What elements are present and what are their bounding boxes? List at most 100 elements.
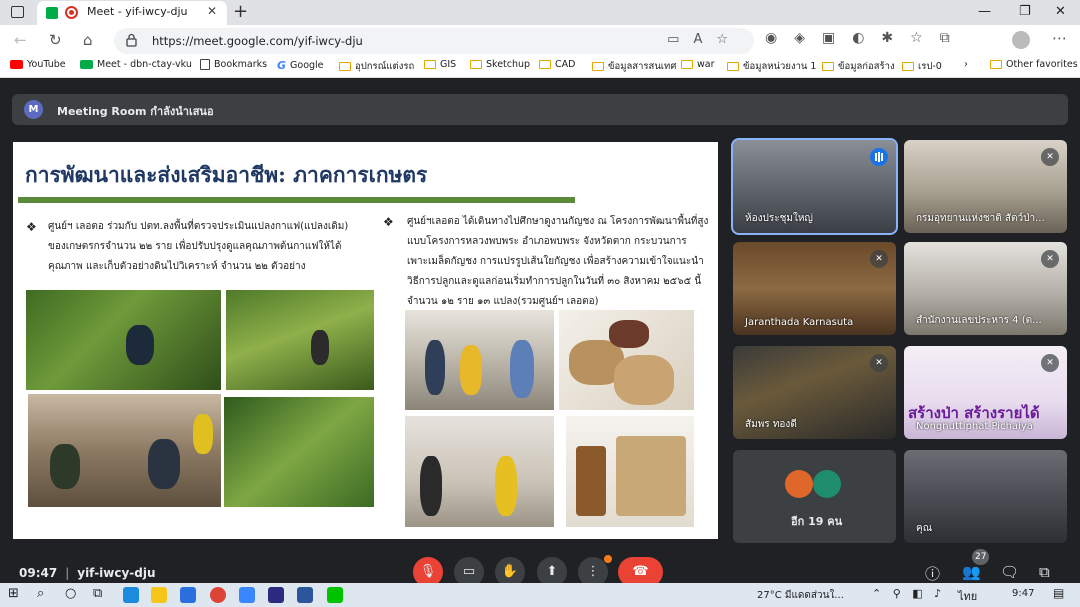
close-tab-icon[interactable]: ✕ [207, 4, 217, 18]
mic-off-icon: ✕ [870, 354, 888, 372]
bullet-diamond-icon: ❖ [26, 220, 37, 234]
address-bar-actions[interactable]: ▭A☆ [667, 32, 742, 47]
bookmark-label: ข้อมูลสารสนเทศ [608, 61, 677, 72]
minimize-button[interactable]: — [978, 4, 991, 19]
bookmark-folder[interactable]: Sketchup [470, 59, 530, 70]
slide-photo-meeting-house [28, 394, 221, 507]
extension-icons[interactable]: ◉◈▣◐✱☆⧉ [765, 30, 967, 46]
bookmark-label: YouTube [27, 59, 66, 70]
chat-icon[interactable]: 🗨 [1000, 563, 1019, 581]
activities-icon[interactable]: ⧉ [1039, 563, 1050, 581]
bookmark-other-favorites[interactable]: Other favorites [990, 59, 1078, 70]
bookmark-folder[interactable]: ข้อมูลหน่วยงาน 1 [727, 59, 816, 74]
taskbar-clock[interactable]: 9:47 [1012, 588, 1034, 599]
photo-figure [148, 439, 180, 489]
people-icon[interactable]: 👥 [962, 563, 981, 581]
bookmark-folder[interactable]: ข้อมูลสารสนเทศ [592, 59, 676, 74]
task-view-icon[interactable]: ⧉ [93, 586, 102, 601]
profile-avatar[interactable] [1012, 31, 1030, 49]
bookmark-folder[interactable]: CAD [539, 59, 575, 70]
browser-menu-icon[interactable]: ⋯ [1052, 29, 1067, 47]
photo-bottles [576, 446, 606, 516]
system-tray[interactable]: ⌃ ⚲ ◧ ♪ [872, 587, 945, 600]
weather-widget[interactable]: 27°C มีแดดส่วนใ... [757, 588, 844, 603]
participant-count-badge: 27 [972, 549, 990, 565]
mic-off-icon: ✕ [1041, 354, 1059, 372]
lock-icon [126, 33, 137, 47]
folder-icon [990, 60, 1002, 69]
photo-figure [510, 340, 534, 398]
app-icon[interactable] [268, 587, 284, 603]
cortana-icon[interactable]: ○ [65, 586, 76, 601]
edge-icon[interactable] [123, 587, 139, 603]
meet-stage: M Meeting Room กำลังนำเสนอ การพัฒนาและส่… [0, 79, 1080, 587]
participant-tile[interactable]: ✕ Jaranthada Karnasuta [733, 242, 896, 335]
search-icon[interactable]: ⌕ [37, 586, 44, 601]
start-button[interactable]: ⊞ [8, 586, 19, 601]
bookmark-folder[interactable]: war [681, 59, 715, 70]
browser-tab-meet[interactable]: Meet - yif-iwcy-dju ✕ [37, 1, 227, 25]
bookmark-label: Meet - dbn-ctay-vku [97, 59, 192, 70]
line-icon[interactable] [327, 587, 343, 603]
bookmark-label: war [697, 59, 715, 70]
meeting-info-icon[interactable]: ⓘ [925, 563, 940, 584]
mail-icon[interactable] [180, 587, 196, 603]
back-button[interactable]: ← [14, 31, 27, 49]
browser-tab-strip: Meet - yif-iwcy-dju ✕ + — ❐ ✕ [0, 0, 1080, 25]
input-language[interactable]: ไทย [958, 587, 977, 605]
notifications-icon[interactable]: ▤ [1053, 586, 1064, 600]
restore-button[interactable]: ❐ [1019, 4, 1031, 19]
slide-photo-forest [224, 397, 374, 507]
bookmark-folder[interactable]: อุปกรณ์แต่งรถ [339, 59, 414, 74]
folder-icon [339, 62, 351, 71]
folder-icon [727, 62, 739, 71]
participant-tile-others[interactable]: อีก 19 คน [733, 450, 896, 543]
mic-off-icon: ✕ [1041, 148, 1059, 166]
close-window-button[interactable]: ✕ [1055, 4, 1066, 19]
navigation-bar: ← ↻ ⌂ https://meet.google.com/yif-iwcy-d… [0, 25, 1080, 57]
chrome-icon[interactable] [210, 587, 226, 603]
bookmark-folder[interactable]: GIS [424, 59, 456, 70]
photo-figure [193, 414, 213, 454]
bookmark-folder[interactable]: ข้อมูลก่อสร้าง [822, 59, 895, 74]
bookmark-label: เรป-0 [918, 61, 942, 72]
slide-text-line: คุณภาพ และเก็บตัวอย่างดินไปวิเคราะห์ จำน… [48, 261, 306, 272]
home-button[interactable]: ⌂ [83, 31, 93, 49]
self-tile[interactable]: คุณ [904, 450, 1067, 543]
meeting-code: yif-iwcy-dju [77, 566, 156, 580]
slide-bullet-right: ❖ ศูนย์ฯเลอตอ ได้เดินทางไปศึกษาดูงานกัญช… [383, 212, 712, 312]
bookmark-label: อุปกรณ์แต่งรถ [355, 61, 415, 72]
slide-photo-field [226, 290, 374, 390]
participant-avatar [785, 470, 813, 498]
participant-tile[interactable]: ✕ สำนักงานเลขประหาร 4 (ต... [904, 242, 1067, 335]
meet-favicon-icon [46, 7, 58, 19]
bookmark-bookmarks[interactable]: Bookmarks [200, 59, 267, 70]
presenter-avatar: M [24, 100, 43, 119]
reload-button[interactable]: ↻ [49, 31, 62, 49]
bookmark-label: Other favorites [1006, 59, 1078, 70]
address-bar[interactable]: https://meet.google.com/yif-iwcy-dju ▭A☆ [114, 28, 754, 54]
participant-tile[interactable]: ✕ สัมพร ทองดี [733, 346, 896, 439]
file-explorer-icon[interactable] [151, 587, 167, 603]
participant-tile[interactable]: ✕ กรมอุทยานแห่งชาติ สัตว์ป่า... [904, 140, 1067, 233]
slide-divider [18, 197, 575, 203]
participant-name: Nongnuttiphat Pichaiya [916, 421, 1033, 432]
word-icon[interactable] [297, 587, 313, 603]
app-icon[interactable] [239, 587, 255, 603]
slide-photo-study-visit [405, 310, 554, 410]
slide-text-line: ศูนย์ฯเลอตอ ได้เดินทางไปศึกษาดูงานกัญชง … [407, 216, 709, 227]
bookmark-google[interactable]: G Google [277, 59, 324, 72]
bookmark-youtube[interactable]: YouTube [10, 59, 66, 70]
participant-tile[interactable]: ✕ สร้างป่า สร้างรายได้ Nongnuttiphat Pic… [904, 346, 1067, 439]
tab-actions-icon[interactable] [11, 6, 24, 18]
bookmark-folder[interactable]: เรป-0 [902, 59, 942, 74]
slide-photo-coffee-inspection [26, 290, 221, 390]
mic-off-icon: ✕ [870, 250, 888, 268]
bookmarks-bar: YouTube Meet - dbn-ctay-vku Bookmarks GG… [0, 57, 1080, 78]
participant-tile[interactable]: ห้องประชุมใหญ่ [731, 138, 898, 235]
new-tab-button[interactable]: + [233, 1, 248, 22]
bookmark-meet[interactable]: Meet - dbn-ctay-vku [80, 59, 192, 70]
slide-text-line: ของเกษตรกรจำนวน ๒๒ ราย เพื่อปรับปรุงดูแล… [48, 241, 342, 252]
bookmarks-overflow-icon[interactable]: › [964, 59, 968, 70]
participant-name: คุณ [916, 523, 932, 534]
